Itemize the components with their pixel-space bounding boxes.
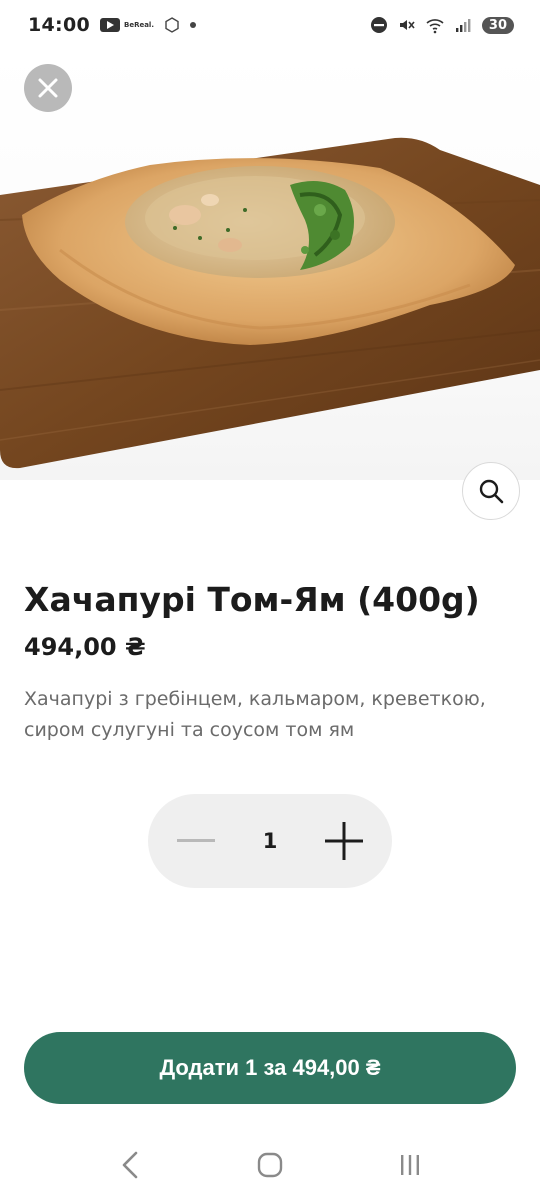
increment-button[interactable] xyxy=(324,821,364,861)
nav-home-button[interactable] xyxy=(250,1145,290,1185)
youtube-icon xyxy=(99,18,120,32)
back-icon xyxy=(122,1151,138,1179)
dnd-icon xyxy=(370,17,387,33)
khachapuri-illustration xyxy=(0,137,540,469)
status-bar: 14:00 BeReal. 30 xyxy=(0,0,540,50)
quantity-value: 1 xyxy=(262,829,278,853)
decrement-button[interactable] xyxy=(176,821,216,861)
minus-icon xyxy=(177,839,215,842)
recents-icon xyxy=(401,1155,419,1175)
close-icon xyxy=(38,78,58,98)
status-left: 14:00 BeReal. xyxy=(28,14,196,36)
wifi-icon xyxy=(426,19,444,34)
home-icon xyxy=(257,1152,283,1178)
product-price: 494,00 ₴ xyxy=(24,633,146,661)
system-nav-bar xyxy=(0,1130,540,1200)
product-image xyxy=(0,50,540,480)
status-right: 30 xyxy=(370,16,514,34)
nav-recents-button[interactable] xyxy=(390,1145,430,1185)
battery-indicator: 30 xyxy=(481,16,514,34)
nav-back-button[interactable] xyxy=(110,1145,150,1185)
search-icon xyxy=(479,479,504,504)
close-button[interactable] xyxy=(24,64,72,112)
bereal-icon: BeReal. xyxy=(123,21,154,29)
dot-icon xyxy=(190,22,196,28)
product-title: Хачапурі Том-Ям (400g) xyxy=(24,580,480,619)
signal-icon xyxy=(455,19,471,32)
clock: 14:00 xyxy=(28,14,90,36)
quantity-stepper: 1 xyxy=(148,794,392,888)
product-description: Хачапурі з гребінцем, кальмаром, креветк… xyxy=(24,688,486,741)
mute-icon xyxy=(399,20,415,30)
add-to-cart-button[interactable]: Додати 1 за 494,00 ₴ xyxy=(24,1032,516,1104)
plus-icon xyxy=(325,822,363,860)
zoom-button[interactable] xyxy=(462,462,520,520)
hexagon-icon xyxy=(165,17,179,33)
